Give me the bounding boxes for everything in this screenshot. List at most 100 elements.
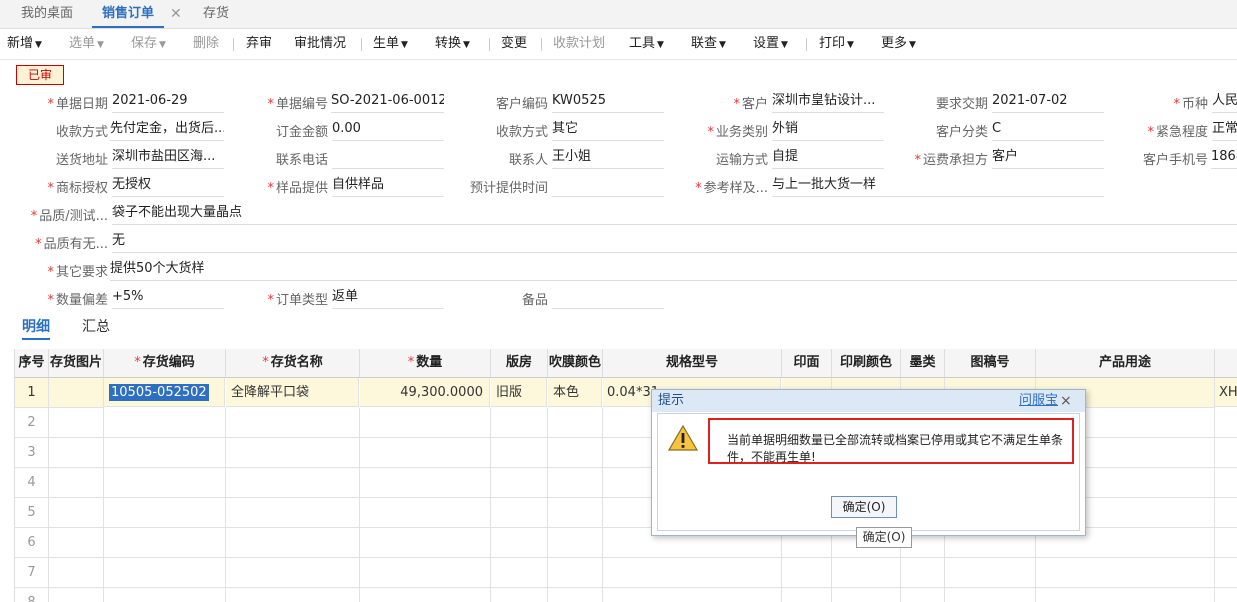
cell-film-color[interactable]: 本色 (548, 378, 602, 407)
table-cell[interactable] (548, 438, 603, 468)
table-cell[interactable] (360, 588, 491, 602)
link-query-button[interactable]: 联查 ▼ (691, 29, 726, 60)
tab-inventory[interactable]: 存货 (203, 0, 229, 28)
quality-field[interactable]: 袋子不能出现大量晶点 (112, 202, 1237, 225)
table-cell[interactable] (104, 408, 226, 438)
payment-method-field[interactable]: 先付定金，出货后... (110, 118, 224, 141)
table-cell[interactable] (491, 528, 548, 558)
table-cell[interactable] (548, 558, 603, 588)
table-cell[interactable] (226, 558, 360, 588)
cell-plate[interactable]: 旧版 (491, 378, 547, 407)
table-cell[interactable] (548, 498, 603, 528)
table-cell[interactable] (49, 528, 104, 558)
tools-button[interactable]: 工具 ▼ (629, 29, 664, 60)
table-cell[interactable] (104, 558, 226, 588)
due-date-field[interactable]: 2021-07-02 (992, 90, 1104, 113)
quantity-deviation-field[interactable]: +5% (112, 286, 224, 309)
cell-extra[interactable]: XH (1215, 378, 1237, 407)
convert-button[interactable]: 转换 ▼ (435, 29, 470, 60)
table-cell[interactable] (360, 558, 491, 588)
urgency-field[interactable]: 正常 (1212, 118, 1237, 141)
table-cell[interactable] (548, 588, 603, 602)
table-cell[interactable] (49, 498, 104, 528)
sample-time-field[interactable] (552, 174, 664, 197)
date-field[interactable]: 2021-06-29 (112, 90, 224, 113)
contact-field[interactable]: 王小姐 (552, 146, 664, 169)
table-cell[interactable] (226, 468, 360, 498)
tab-summary[interactable]: 汇总 (82, 316, 110, 338)
table-cell[interactable] (360, 498, 491, 528)
table-cell[interactable] (104, 528, 226, 558)
ok-button[interactable]: 确定(O) (831, 496, 897, 518)
delivery-address-field[interactable]: 深圳市盐田区海... (112, 146, 224, 169)
table-cell[interactable] (49, 408, 104, 438)
table-cell[interactable] (1215, 528, 1237, 558)
table-cell[interactable] (832, 588, 901, 602)
tab-sales-order[interactable]: 销售订单 (92, 0, 165, 28)
table-cell[interactable] (226, 438, 360, 468)
table-cell[interactable] (226, 588, 360, 602)
order-type-field[interactable]: 返单 (332, 286, 444, 309)
save-button[interactable]: 保存 ▼ (131, 29, 166, 60)
print-button[interactable]: 打印 ▼ (819, 29, 854, 60)
table-cell[interactable] (491, 588, 548, 602)
customer-code-field[interactable]: KW0525 (552, 90, 664, 113)
table-cell[interactable] (49, 558, 104, 588)
table-cell[interactable] (901, 588, 945, 602)
cell-name[interactable]: 全降解平口袋 (226, 378, 359, 407)
select-button[interactable]: 选单 ▼ (69, 29, 104, 60)
table-cell[interactable] (49, 438, 104, 468)
table-cell[interactable] (1215, 408, 1237, 438)
help-link[interactable]: 问服宝 (1019, 390, 1058, 412)
reference-field[interactable]: 与上一批大货一样 (772, 174, 1104, 197)
table-cell[interactable] (945, 558, 1036, 588)
customer-category-field[interactable]: C (992, 118, 1104, 141)
table-cell[interactable] (945, 588, 1036, 602)
table-cell[interactable] (226, 498, 360, 528)
generate-button[interactable]: 生单 ▼ (373, 29, 408, 60)
table-cell[interactable] (491, 408, 548, 438)
cell-code[interactable]: 10505-052502 (104, 378, 225, 407)
table-cell[interactable] (491, 438, 548, 468)
more-button[interactable]: 更多 ▼ (881, 29, 916, 60)
table-cell[interactable] (360, 408, 491, 438)
table-cell[interactable] (491, 468, 548, 498)
table-cell[interactable] (1036, 558, 1215, 588)
payment-plan-button[interactable]: 收款计划 (553, 29, 605, 59)
freight-bearer-field[interactable]: 客户 (992, 146, 1104, 169)
table-cell[interactable] (226, 408, 360, 438)
table-cell[interactable] (104, 588, 226, 602)
table-cell[interactable] (1215, 498, 1237, 528)
deposit-field[interactable]: 0.00 (332, 118, 444, 141)
shipping-method-field[interactable]: 自提 (772, 146, 884, 169)
currency-field[interactable]: 人民 (1212, 90, 1237, 113)
table-cell[interactable] (360, 528, 491, 558)
cell-image[interactable] (49, 378, 104, 408)
order-no-field[interactable]: SO-2021-06-0012 (331, 90, 444, 113)
business-type-field[interactable]: 外销 (772, 118, 884, 141)
change-button[interactable]: 变更 (501, 29, 527, 59)
sample-field[interactable]: 自供样品 (332, 174, 444, 197)
table-cell[interactable] (49, 588, 104, 602)
cell-qty[interactable]: 49,300.0000 (360, 378, 490, 407)
table-cell[interactable] (1215, 558, 1237, 588)
table-cell[interactable] (1036, 588, 1215, 602)
table-cell[interactable] (104, 468, 226, 498)
table-cell[interactable] (548, 408, 603, 438)
payment-method2-field[interactable]: 其它 (552, 118, 664, 141)
table-cell[interactable] (548, 468, 603, 498)
table-cell[interactable] (782, 588, 832, 602)
abandon-approval-button[interactable]: 弃审 (246, 29, 272, 59)
table-cell[interactable] (603, 588, 782, 602)
quality2-field[interactable]: 无 (112, 230, 1237, 253)
tab-close-icon[interactable]: ✕ (170, 0, 182, 28)
close-icon[interactable]: × (1060, 390, 1072, 412)
add-button[interactable]: 新增 ▼ (7, 29, 42, 60)
table-cell[interactable] (782, 558, 832, 588)
table-cell[interactable] (226, 528, 360, 558)
approval-status-button[interactable]: 审批情况 (294, 29, 346, 59)
table-cell[interactable] (603, 558, 782, 588)
spare-parts-field[interactable] (552, 286, 664, 309)
table-cell[interactable] (548, 528, 603, 558)
settings-button[interactable]: 设置 ▼ (753, 29, 788, 60)
